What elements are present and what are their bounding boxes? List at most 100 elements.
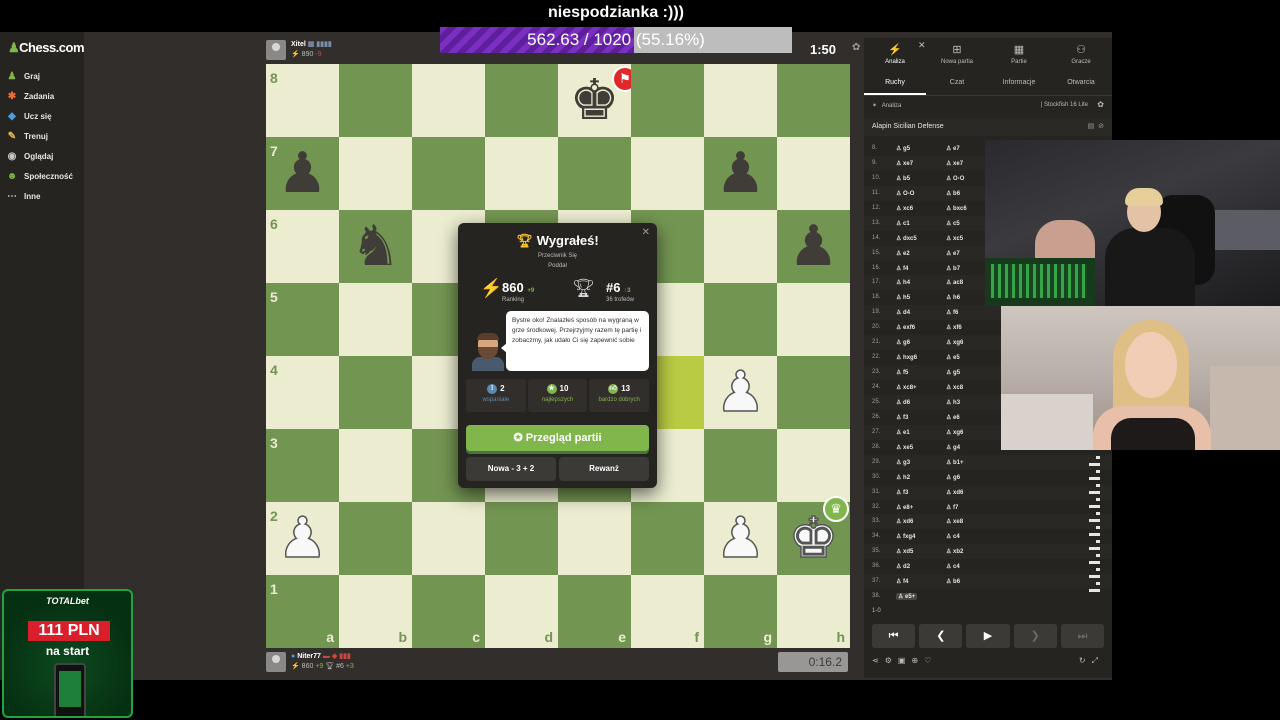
square-h1[interactable]: h xyxy=(777,575,850,648)
board-settings-gear-icon[interactable]: ✿ xyxy=(852,42,860,53)
black-move[interactable]: ♙ b6 xyxy=(946,190,960,197)
white-move[interactable]: ♙ f5 xyxy=(896,369,908,376)
white-move[interactable]: ♙ h5 xyxy=(896,294,910,301)
white-move[interactable]: ♙ fxg4 xyxy=(896,533,915,540)
square-e1[interactable]: e xyxy=(558,575,631,648)
white-move[interactable]: ♙ e8+ xyxy=(896,504,913,511)
black-move[interactable]: ♙ xb2 xyxy=(946,548,963,555)
black-move[interactable]: ♙ xe7 xyxy=(946,160,963,167)
square-e2[interactable] xyxy=(558,502,631,575)
black-move[interactable]: ♙ h3 xyxy=(946,399,960,406)
share-icon[interactable]: ⋖ xyxy=(872,656,885,665)
square-h4[interactable] xyxy=(777,356,850,429)
white-move[interactable]: ♙ h2 xyxy=(896,474,910,481)
square-b3[interactable] xyxy=(339,429,412,502)
white-move[interactable]: ♙ g6 xyxy=(896,339,910,346)
white-pawn-g2-icon[interactable]: ♟ xyxy=(704,502,777,575)
black-knight-b6-icon[interactable]: ♞ xyxy=(339,210,412,283)
tab-1[interactable]: ⊞ Nowa partia xyxy=(926,38,988,68)
black-move[interactable]: ♙ f6 xyxy=(946,309,958,316)
white-move[interactable]: ♙ dxc5 xyxy=(896,235,917,242)
zoom-icon[interactable]: ⊕ xyxy=(911,656,924,665)
player-name[interactable]: ● Niter77 ▬ ◆ ▮▮▮ xyxy=(291,652,351,660)
opening-icons[interactable]: ▤ ⊘ xyxy=(1088,122,1104,130)
black-move[interactable]: ♙ bxc6 xyxy=(946,205,967,212)
black-move[interactable]: ♙ O-O xyxy=(946,175,964,182)
expand-icon[interactable]: ⤢ xyxy=(1092,656,1104,665)
black-move[interactable]: ♙ b1+ xyxy=(946,459,964,466)
white-move[interactable]: ♙ h4 xyxy=(896,279,910,286)
prev-move-button[interactable]: ❮ xyxy=(919,624,963,648)
white-move[interactable]: ♙ O-O xyxy=(896,190,914,197)
flip-board-icon[interactable]: ↻ xyxy=(1079,656,1092,665)
save-icon[interactable]: ▣ xyxy=(898,656,912,665)
white-move[interactable]: ♙ xc6 xyxy=(896,205,913,212)
white-move[interactable]: ♙ d6 xyxy=(896,399,910,406)
engine-settings-gear-icon[interactable]: ✿ xyxy=(1097,100,1104,109)
black-move[interactable]: ♙ e7 xyxy=(946,145,960,152)
square-c2[interactable] xyxy=(412,502,485,575)
white-move[interactable]: ♙ hxg6 xyxy=(896,354,917,361)
last-move-button[interactable]: ⏭ xyxy=(1060,624,1105,648)
square-g7[interactable]: ♟ xyxy=(704,137,777,210)
white-move[interactable]: ♙ e5+ xyxy=(896,593,918,601)
opponent-name[interactable]: Xitel ▦ ▮▮▮▮ xyxy=(291,40,332,48)
square-a1[interactable]: 1a xyxy=(266,575,339,648)
white-move[interactable]: ♙ xd6 xyxy=(896,518,913,525)
square-e7[interactable] xyxy=(558,137,631,210)
white-move[interactable]: ♙ d4 xyxy=(896,309,910,316)
black-pawn-g7-icon[interactable]: ♟ xyxy=(704,137,777,210)
black-move[interactable]: ♙ g5 xyxy=(946,369,960,376)
white-pawn-g4-icon[interactable]: ♟ xyxy=(704,356,777,429)
white-pawn-a2-icon[interactable]: ♟ xyxy=(266,502,339,575)
sidebar-item-6[interactable]: ⋯ Inne xyxy=(6,186,73,206)
square-a6[interactable]: 6 xyxy=(266,210,339,283)
square-a5[interactable]: 5 xyxy=(266,283,339,356)
subtab-3[interactable]: Otwarcia xyxy=(1050,74,1112,95)
black-move[interactable]: ♙ b7 xyxy=(946,265,960,272)
square-f7[interactable] xyxy=(631,137,704,210)
black-move[interactable]: ♙ xd6 xyxy=(946,489,963,496)
white-move[interactable]: ♙ f3 xyxy=(896,414,908,421)
square-a3[interactable]: 3 xyxy=(266,429,339,502)
white-move[interactable]: ♙ exf6 xyxy=(896,324,915,331)
white-move[interactable]: ♙ xe7 xyxy=(896,160,913,167)
square-h8[interactable] xyxy=(777,64,850,137)
subtab-1[interactable]: Czat xyxy=(926,74,988,95)
square-h6[interactable]: ♟ xyxy=(777,210,850,283)
square-c8[interactable] xyxy=(412,64,485,137)
black-move[interactable]: ♙ f7 xyxy=(946,504,958,511)
black-move[interactable]: ♙ b6 xyxy=(946,578,960,585)
white-move[interactable]: ♙ f4 xyxy=(896,265,908,272)
square-h7[interactable] xyxy=(777,137,850,210)
square-a7[interactable]: 7 ♟ xyxy=(266,137,339,210)
black-move[interactable]: ♙ xf6 xyxy=(946,324,962,331)
analysis-toggle[interactable]: ✶ Analiza xyxy=(872,102,901,109)
square-b2[interactable] xyxy=(339,502,412,575)
white-move[interactable]: ♙ xc8+ xyxy=(896,384,917,391)
tab-0[interactable]: ⚡ Analiza xyxy=(864,38,926,68)
player-avatar[interactable] xyxy=(266,652,286,672)
black-move[interactable]: ♙ h6 xyxy=(946,294,960,301)
white-move[interactable]: ♙ e2 xyxy=(896,250,910,257)
square-g4[interactable]: ♟ xyxy=(704,356,777,429)
subtab-0[interactable]: Ruchy xyxy=(864,74,926,95)
square-g2[interactable]: ♟ xyxy=(704,502,777,575)
analysis-icon[interactable]: ⚙ xyxy=(885,656,898,665)
next-move-button[interactable]: ❯ xyxy=(1013,624,1057,648)
first-move-button[interactable]: ⏮ xyxy=(872,624,916,648)
new-game-button[interactable]: Nowa - 3 + 2 xyxy=(466,457,556,481)
sidebar-item-4[interactable]: ◉ Oglądaj xyxy=(6,146,73,166)
square-g6[interactable] xyxy=(704,210,777,283)
white-move[interactable]: ♙ f3 xyxy=(896,489,908,496)
black-move[interactable]: ♙ e5 xyxy=(946,354,960,361)
square-f2[interactable] xyxy=(631,502,704,575)
square-f8[interactable] xyxy=(631,64,704,137)
sidebar-item-5[interactable]: ☻ Społeczność xyxy=(6,166,73,186)
black-move[interactable]: ♙ g4 xyxy=(946,444,960,451)
sidebar-item-1[interactable]: ✱ Zadania xyxy=(6,86,73,106)
game-review-button[interactable]: ✪ Przegląd partii xyxy=(466,425,649,451)
panel-close-icon[interactable]: ✕ xyxy=(918,40,926,51)
heart-icon[interactable]: ♡ xyxy=(924,656,937,665)
opening-name[interactable]: Alapin Sicilian Defense xyxy=(872,123,944,130)
